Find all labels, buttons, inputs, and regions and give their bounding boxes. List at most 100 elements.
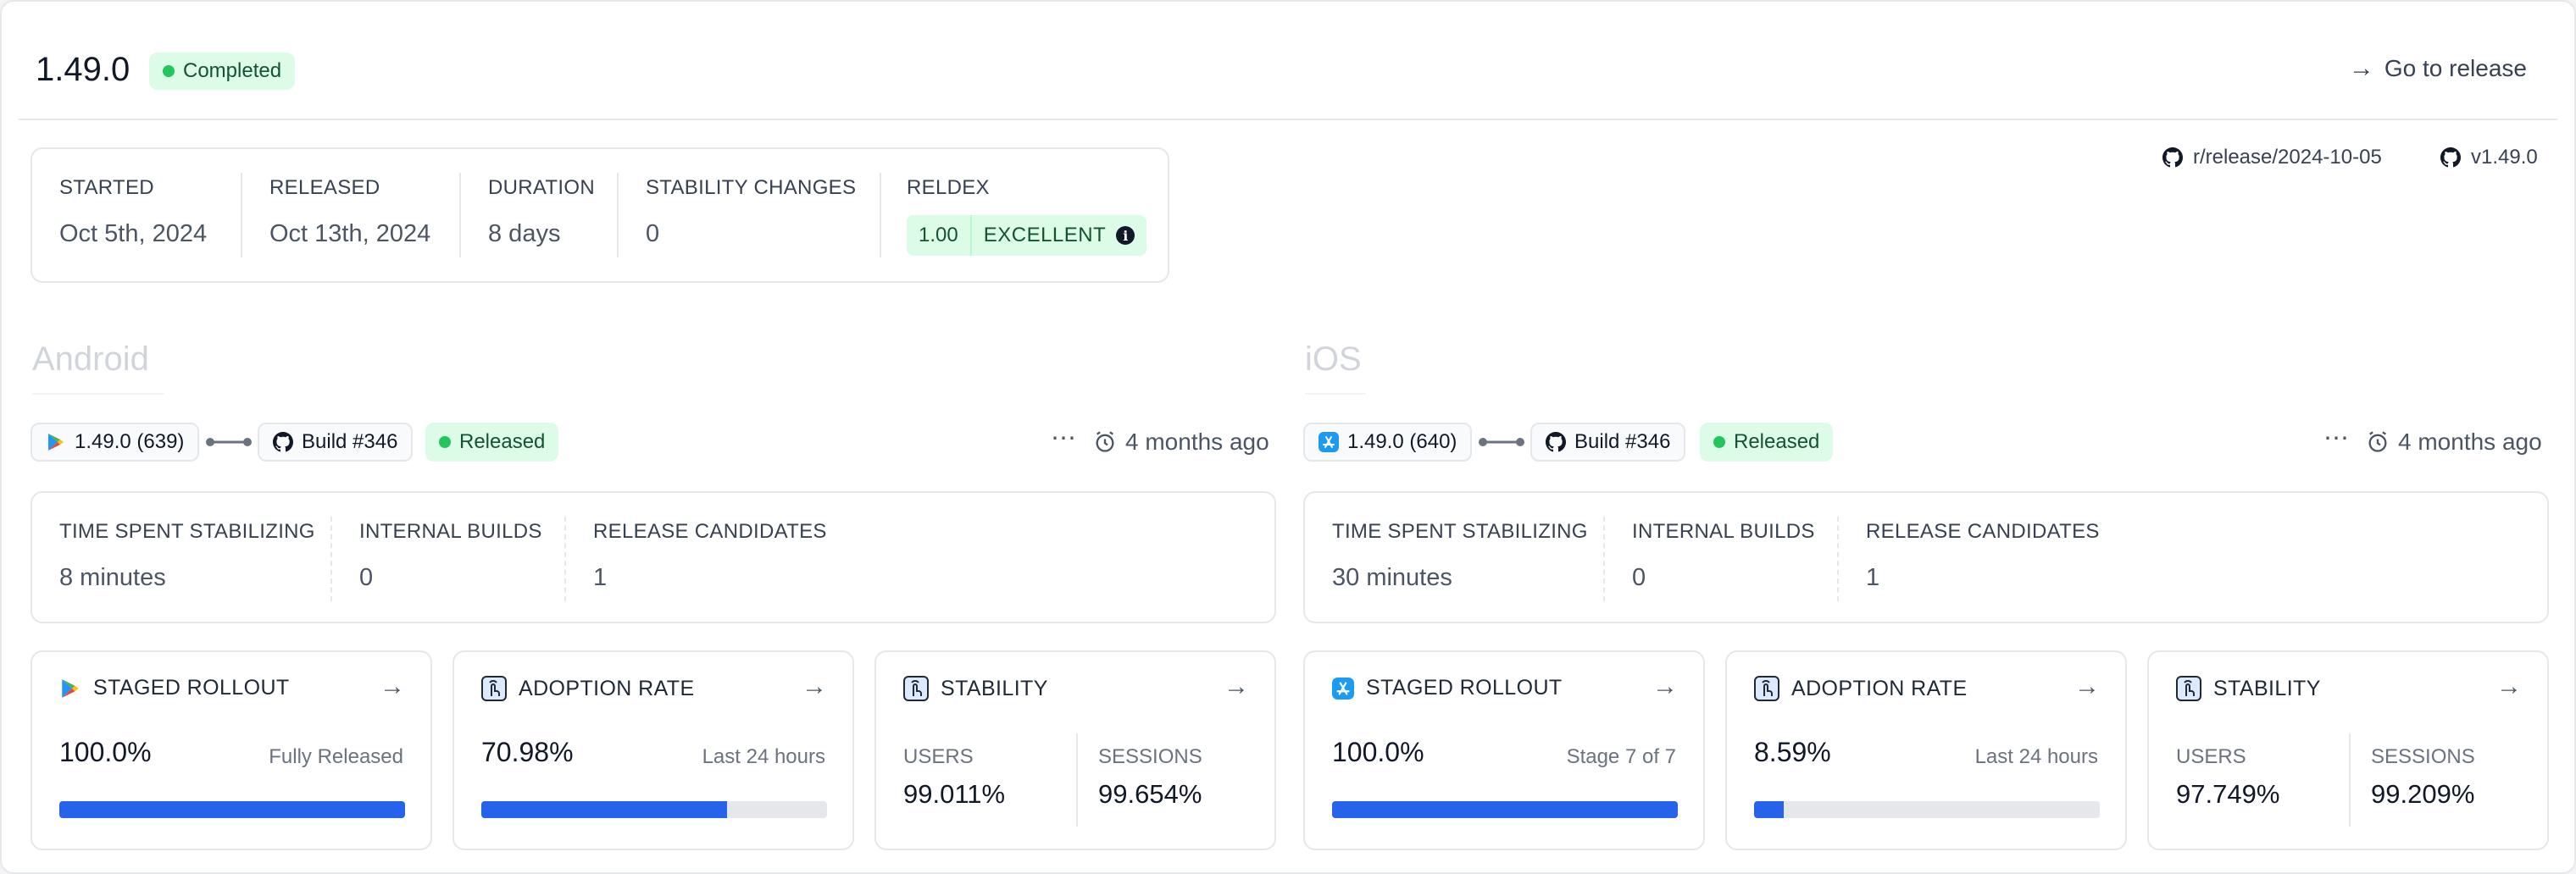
metric-title: STABILITY <box>2176 676 2321 701</box>
divider <box>1603 517 1605 601</box>
stability-changes-label: STABILITY CHANGES <box>646 176 857 199</box>
android-version-label: 1.49.0 (639) <box>75 430 185 453</box>
android-build-chip[interactable]: Build #346 <box>258 423 414 462</box>
rollout-progress-bar <box>1332 801 1678 818</box>
metric-title: ADOPTION RATE <box>481 676 695 701</box>
platform-underline <box>1305 393 1366 395</box>
internal-builds-label: INTERNAL BUILDS <box>1632 520 1815 543</box>
header-divider <box>19 119 2557 120</box>
android-adoption-card[interactable]: ADOPTION RATE → 70.98% Last 24 hours <box>452 650 854 850</box>
rollout-value: 100.0% <box>1332 737 1424 767</box>
metric-title: STABILITY <box>903 676 1048 701</box>
arrow-right-icon[interactable]: → <box>380 672 405 701</box>
arrow-right-icon: → <box>2348 54 2374 82</box>
status-dot <box>1713 436 1725 448</box>
link-connector-icon <box>1479 438 1524 446</box>
sessions-label: SESSIONS <box>1098 745 1202 768</box>
reldex-grade: EXCELLENT <box>983 224 1107 246</box>
sessions-value: 99.209% <box>2371 779 2475 809</box>
google-play-icon <box>62 678 79 698</box>
ios-adoption-card[interactable]: ADOPTION RATE → 8.59% Last 24 hours <box>1725 650 2127 850</box>
reldex-score: 1.00 <box>907 215 972 256</box>
metric-title: STAGED ROLLOUT <box>59 676 290 700</box>
arrow-right-icon[interactable]: → <box>1652 672 1678 701</box>
platform-title-android: Android <box>32 340 149 378</box>
adoption-progress-fill <box>481 801 727 818</box>
android-time: 4 months ago <box>1093 429 1269 456</box>
google-play-icon <box>48 434 64 451</box>
tss-label: TIME SPENT STABILIZING <box>1332 520 1588 543</box>
adoption-title: ADOPTION RATE <box>519 676 695 700</box>
arrow-right-icon[interactable]: → <box>2074 672 2100 701</box>
duration-value: 8 days <box>488 220 561 247</box>
sessions-label: SESSIONS <box>2371 745 2475 768</box>
internal-builds-value: 0 <box>359 564 374 591</box>
tss-value: 30 minutes <box>1332 564 1452 591</box>
go-to-release-link[interactable]: → Go to release <box>2349 54 2527 83</box>
tag-link[interactable]: v1.49.0 <box>2439 146 2538 169</box>
metric-title: ADOPTION RATE <box>1754 676 1968 701</box>
android-version-chip[interactable]: 1.49.0 (639) <box>31 423 200 462</box>
status-dot <box>163 65 175 77</box>
platform-title-ios: iOS <box>1305 340 1362 378</box>
arrow-right-icon[interactable]: → <box>1224 672 1249 701</box>
adoption-value: 70.98% <box>481 737 574 767</box>
tag-label: v1.49.0 <box>2471 146 2538 169</box>
staged-rollout-title: STAGED ROLLOUT <box>1366 676 1563 700</box>
android-more-icon[interactable]: ⋯ <box>1051 423 1077 453</box>
release-summary-card: STARTED Oct 5th, 2024 RELEASED Oct 13th,… <box>31 147 1169 283</box>
ios-stability-card[interactable]: STABILITY → USERS 97.749% SESSIONS 99.20… <box>2147 650 2549 850</box>
ios-status-label: Released <box>1734 430 1820 453</box>
internal-builds-label: INTERNAL BUILDS <box>359 520 542 543</box>
ios-status-badge: Released <box>1700 423 1834 462</box>
ios-version-label: 1.49.0 (640) <box>1347 430 1457 453</box>
android-staged-rollout-card[interactable]: STAGED ROLLOUT → 100.0% Fully Released <box>31 650 432 850</box>
metric-title: STAGED ROLLOUT <box>1332 676 1563 700</box>
rollout-progress-fill <box>1332 801 1678 818</box>
ios-version-chip[interactable]: 1.49.0 (640) <box>1303 423 1473 462</box>
ios-staged-rollout-card[interactable]: STAGED ROLLOUT → 100.0% Stage 7 of 7 <box>1303 650 1705 850</box>
users-label: USERS <box>2176 745 2246 768</box>
release-candidates-label: RELEASE CANDIDATES <box>593 520 827 543</box>
ios-build-label: Build #346 <box>1574 430 1671 453</box>
stability-title: STABILITY <box>941 676 1048 700</box>
adoption-value: 8.59% <box>1754 737 1831 767</box>
divider <box>1076 733 1078 827</box>
release-card: 1.49.0 Completed → Go to release r/relea… <box>0 0 2576 874</box>
release-status-label: Completed <box>183 59 282 82</box>
staged-rollout-title: STAGED ROLLOUT <box>93 676 290 700</box>
android-build-label: Build #346 <box>302 430 398 453</box>
tap-hand-icon <box>2176 676 2201 701</box>
android-stability-card[interactable]: STABILITY → USERS 99.011% SESSIONS 99.65… <box>874 650 1276 850</box>
divider <box>459 173 461 257</box>
arrow-right-icon[interactable]: → <box>802 672 827 701</box>
ios-build-chip[interactable]: Build #346 <box>1530 423 1686 462</box>
ios-more-icon[interactable]: ⋯ <box>2323 423 2350 453</box>
users-value: 99.011% <box>903 779 1006 809</box>
release-candidates-value: 1 <box>593 564 608 591</box>
released-label: RELEASED <box>269 176 380 199</box>
github-icon <box>1546 432 1566 452</box>
tss-value: 8 minutes <box>59 564 166 591</box>
android-status-label: Released <box>459 430 546 453</box>
divider <box>241 173 242 257</box>
sessions-value: 99.654% <box>1098 779 1202 809</box>
tap-hand-icon <box>481 676 507 701</box>
github-icon <box>2161 146 2185 169</box>
release-candidates-label: RELEASE CANDIDATES <box>1866 520 2100 543</box>
info-icon[interactable]: i <box>1116 226 1135 245</box>
reldex-badge[interactable]: 1.00 EXCELLENT i <box>907 215 1147 256</box>
started-value: Oct 5th, 2024 <box>59 220 208 247</box>
stability-title: STABILITY <box>2213 676 2321 700</box>
started-label: STARTED <box>59 176 154 199</box>
divider <box>2349 733 2351 827</box>
app-store-icon <box>1319 432 1339 452</box>
rollout-value: 100.0% <box>59 737 152 767</box>
divider <box>1837 517 1839 601</box>
arrow-right-icon[interactable]: → <box>2496 672 2522 701</box>
ios-time: 4 months ago <box>2366 429 2542 456</box>
link-connector-icon <box>206 438 252 446</box>
rollout-note: Stage 7 of 7 <box>1566 745 1676 768</box>
branch-link[interactable]: r/release/2024-10-05 <box>2161 146 2382 169</box>
release-candidates-value: 1 <box>1866 564 1880 591</box>
